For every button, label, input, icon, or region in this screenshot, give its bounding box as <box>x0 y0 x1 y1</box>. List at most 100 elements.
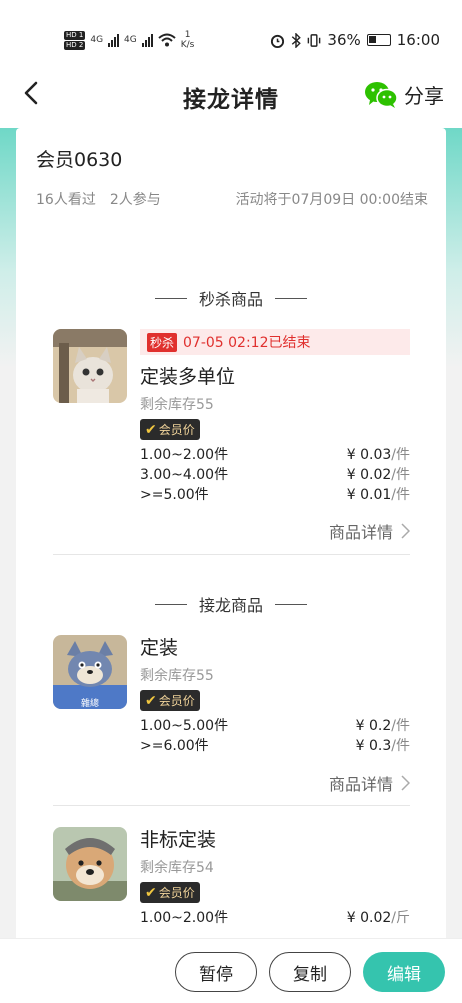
section-header-flash-sale: 秒杀商品 <box>16 286 446 310</box>
vip-price-label: 会员价 <box>158 886 195 900</box>
clock: 16:00 <box>396 31 440 49</box>
tier-price-value: ¥ 0.02 <box>346 467 392 483</box>
tier-unit: /件 <box>391 487 410 503</box>
product-image-dog[interactable] <box>53 827 127 901</box>
tier-price-value: ¥ 0.01 <box>346 487 392 503</box>
tier-price: ¥ 0.01/件 <box>347 485 410 505</box>
vip-price-badge: ✔ 会员价 <box>140 419 200 440</box>
hd-indicator: HD 1 HD 2 <box>64 30 86 50</box>
participant-count: 2人参与 <box>109 192 161 208</box>
section-title: 秒杀商品 <box>198 290 263 309</box>
flash-sale-tag: 秒杀 <box>147 332 178 352</box>
net-speed-value: 1 <box>184 30 191 40</box>
view-count: 16人看过 <box>36 192 96 208</box>
bluetooth-icon <box>292 32 302 48</box>
tier-qty: >=6.00件 <box>140 738 209 754</box>
status-left: HD 1 HD 2 4G 4G 1 K/s <box>64 30 194 50</box>
product-stock: 剩余库存55 <box>140 397 214 413</box>
product-image-tom[interactable]: 雜總 <box>53 635 127 709</box>
product-detail-link[interactable]: 商品详情 <box>329 771 410 795</box>
activity-end-time: 活动将于07月09日 00:00结束 <box>235 192 428 208</box>
tier-price-value: ¥ 0.3 <box>355 738 392 754</box>
product-stock: 剩余库存55 <box>140 668 214 684</box>
vip-price-badge: ✔ 会员价 <box>140 882 200 903</box>
price-tier-row: 1.00~2.00件 ¥ 0.03/件 <box>140 445 410 465</box>
price-tiers: 1.00~2.00件 ¥ 0.03/件 3.00~4.00件 ¥ 0.02/件 >=… <box>140 445 410 505</box>
alarm-icon <box>271 34 285 48</box>
section-header-relay: 接龙商品 <box>16 592 446 616</box>
activity-stats: 16人看过 2人参与 <box>36 189 161 209</box>
network-type-1: 4G <box>90 35 104 45</box>
hd1-label: HD 1 <box>64 30 86 40</box>
item-divider <box>53 554 410 555</box>
tier-unit: /件 <box>391 447 410 463</box>
network-type-2: 4G <box>124 35 137 45</box>
wifi-icon <box>158 33 176 47</box>
tier-qty: 3.00~4.00件 <box>140 467 229 483</box>
product-image-cat[interactable] <box>53 329 127 403</box>
pause-button[interactable]: 暂停 <box>175 952 257 992</box>
battery-percent: 36% <box>327 31 361 49</box>
product-name: 定装多单位 <box>140 366 236 388</box>
product-detail-label: 商品详情 <box>328 775 393 794</box>
tier-price: ¥ 0.02/件 <box>347 465 410 485</box>
divider-line <box>275 297 307 299</box>
status-bar: HD 1 HD 2 4G 4G 1 K/s 36% 16:00 <box>0 0 462 66</box>
flash-sale-banner: 秒杀 07-05 02:12已结束 <box>140 329 410 355</box>
status-right: 36% 16:00 <box>270 31 440 49</box>
tier-unit: /斤 <box>391 910 410 926</box>
price-tiers: 1.00~2.00件 ¥ 0.02/斤 <box>140 908 410 928</box>
vip-price-label: 会员价 <box>158 694 195 708</box>
tier-unit: /件 <box>391 738 410 754</box>
share-label: 分享 <box>404 84 444 108</box>
section-title: 接龙商品 <box>198 596 263 615</box>
vip-price-badge: ✔ 会员价 <box>140 690 200 711</box>
vip-price-label: 会员价 <box>158 423 195 437</box>
vibrate-icon <box>308 33 321 47</box>
product-info: 定装 剩余库存55 ✔ 会员价 1.00~5.00件 ¥ 0.2/件 >=6.00件… <box>140 635 410 756</box>
tier-price-value: ¥ 0.02 <box>346 910 392 926</box>
nav-bar: 接龙详情 分享 <box>0 66 462 128</box>
chevron-right-icon <box>401 775 410 791</box>
price-tier-row: 1.00~2.00件 ¥ 0.02/斤 <box>140 908 410 928</box>
hd2-label: HD 2 <box>64 40 86 50</box>
vip-check-icon: ✔ <box>145 692 157 709</box>
flash-sale-status: 07-05 02:12已结束 <box>183 335 311 351</box>
product-name: 非标定装 <box>140 829 217 851</box>
product-detail-label: 商品详情 <box>328 523 393 542</box>
tier-unit: /件 <box>391 718 410 734</box>
product-info: 秒杀 07-05 02:12已结束 定装多单位 剩余库存55 ✔ 会员价 1.00… <box>140 329 410 505</box>
tier-price: ¥ 0.3/件 <box>356 736 410 756</box>
tier-qty: >=5.00件 <box>140 487 209 503</box>
tier-price-value: ¥ 0.03 <box>346 447 392 463</box>
share-button[interactable]: 分享 <box>364 80 444 109</box>
price-tier-row: 1.00~5.00件 ¥ 0.2/件 <box>140 716 410 736</box>
product-detail-link[interactable]: 商品详情 <box>329 519 410 543</box>
price-tier-row: 3.00~4.00件 ¥ 0.02/件 <box>140 465 410 485</box>
divider-line <box>275 603 307 605</box>
divider-line <box>154 297 187 299</box>
product-item[interactable]: 秒杀 07-05 02:12已结束 定装多单位 剩余库存55 ✔ 会员价 1.00… <box>53 329 410 554</box>
product-item[interactable]: 雜總 定装 剩余库存55 ✔ 会员价 1.00~5.00件 ¥ 0.2/件 >=6.… <box>53 635 410 805</box>
bottom-action-bar: 暂停 复制 编辑 <box>0 938 462 1003</box>
chevron-right-icon <box>401 523 410 539</box>
tier-price: ¥ 0.02/斤 <box>347 908 410 928</box>
signal-icon <box>108 33 120 47</box>
divider-line <box>154 603 187 605</box>
tier-qty: 1.00~2.00件 <box>140 447 229 463</box>
activity-card: 会员0630 16人看过 2人参与 活动将于07月09日 00:00结束 秒杀商品 <box>16 128 446 948</box>
product-stock: 剩余库存54 <box>140 860 214 876</box>
product-item[interactable]: 非标定装 剩余库存54 ✔ 会员价 1.00~2.00件 ¥ 0.02/斤 <box>53 827 410 948</box>
tier-qty: 1.00~2.00件 <box>140 910 229 926</box>
edit-button[interactable]: 编辑 <box>363 952 445 992</box>
activity-title: 会员0630 <box>36 149 123 171</box>
price-tiers: 1.00~5.00件 ¥ 0.2/件 >=6.00件 ¥ 0.3/件 <box>140 716 410 756</box>
tier-price: ¥ 0.2/件 <box>356 716 410 736</box>
tier-price-value: ¥ 0.2 <box>355 718 392 734</box>
vip-check-icon: ✔ <box>145 421 157 438</box>
price-tier-row: >=5.00件 ¥ 0.01/件 <box>140 485 410 505</box>
vip-check-icon: ✔ <box>145 884 157 901</box>
copy-button[interactable]: 复制 <box>269 952 351 992</box>
image-caption: 雜總 <box>81 697 99 709</box>
net-speed-unit: K/s <box>180 40 195 50</box>
